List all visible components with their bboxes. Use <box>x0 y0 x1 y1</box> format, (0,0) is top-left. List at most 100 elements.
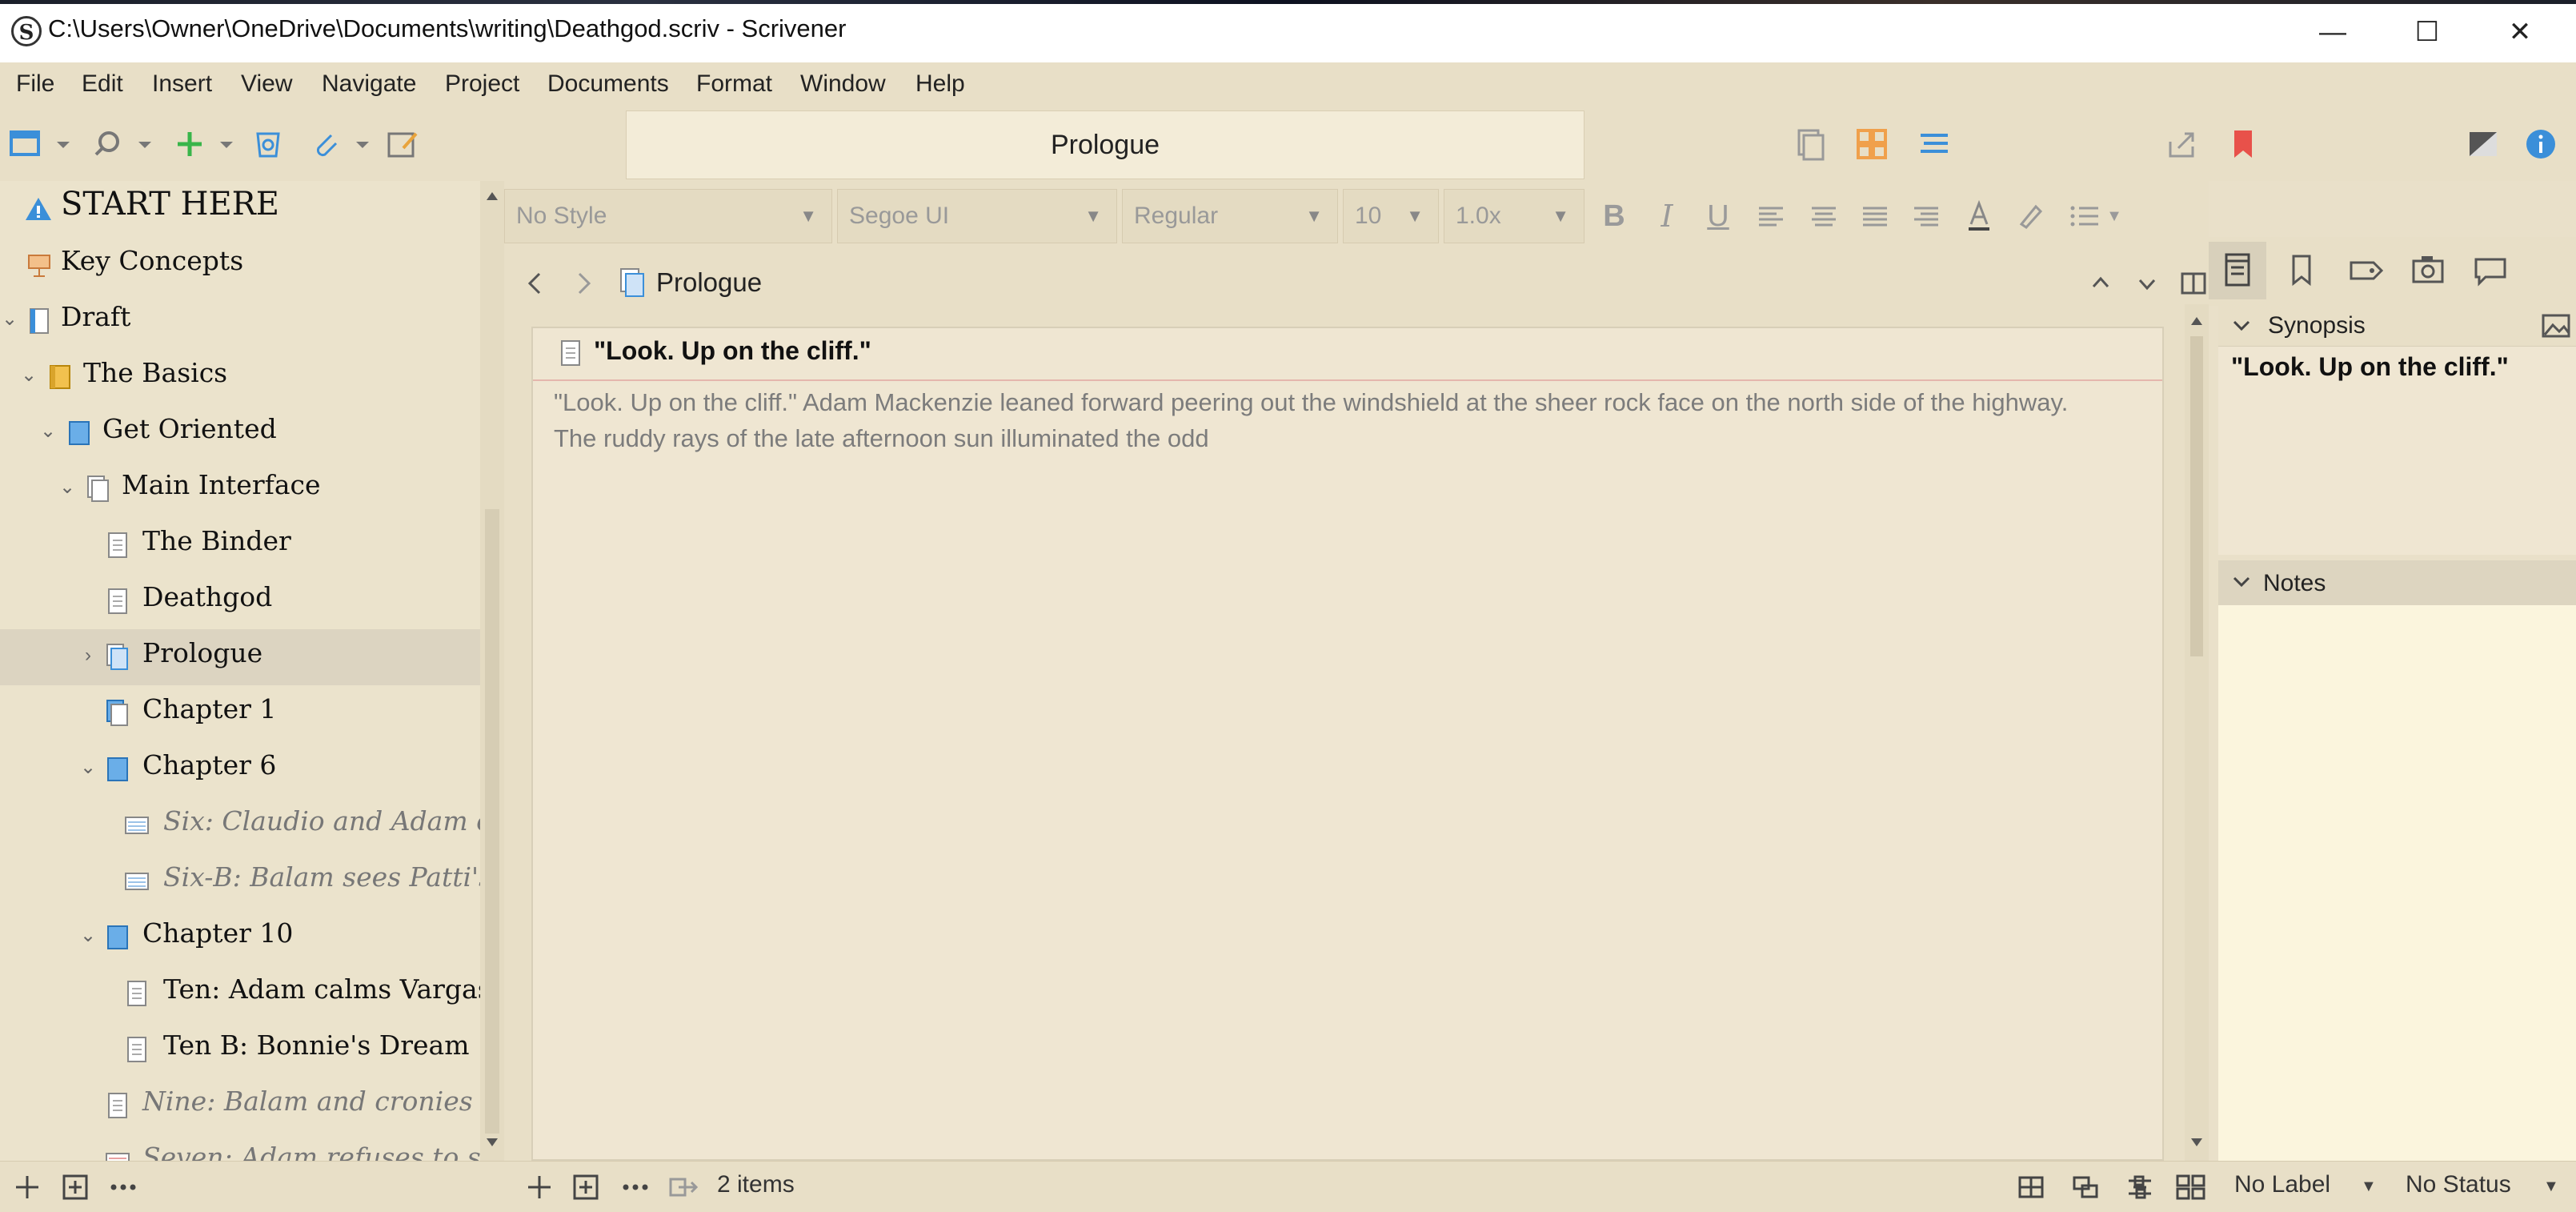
chevron-down-icon[interactable]: ⌄ <box>78 756 98 780</box>
share-icon[interactable] <box>2164 126 2201 163</box>
label-select[interactable]: No Label ▼ <box>2223 1162 2383 1211</box>
font-size-select[interactable]: 10 ▼ <box>1343 189 1439 243</box>
align-right-icon[interactable] <box>1906 194 1946 239</box>
align-justify-icon[interactable] <box>1855 194 1895 239</box>
more-options-icon[interactable] <box>109 1173 138 1202</box>
binder-scrollbar[interactable] <box>480 181 504 1161</box>
more-options-icon[interactable] <box>621 1173 650 1202</box>
binder-item-nine[interactable]: Nine: Balam and cronies aw... <box>0 1078 480 1134</box>
menu-help[interactable]: Help <box>915 70 965 98</box>
menu-project[interactable]: Project <box>445 70 519 98</box>
arrange-icon[interactable] <box>2125 1173 2154 1202</box>
tab-notes-card[interactable] <box>2209 242 2266 299</box>
binder-item-the-binder[interactable]: The Binder <box>0 517 480 573</box>
trash-icon[interactable] <box>250 126 286 163</box>
forward-arrow-icon[interactable] <box>570 267 597 299</box>
binder-item-main-interface[interactable]: ⌄ Main Interface <box>0 461 480 517</box>
tab-bookmarks[interactable] <box>2278 242 2326 299</box>
binder-item-chapter-1[interactable]: Chapter 1 <box>0 685 480 741</box>
menu-navigate[interactable]: Navigate <box>322 70 416 98</box>
tab-snapshots[interactable] <box>2404 242 2452 299</box>
chevron-down-icon[interactable] <box>53 126 74 163</box>
editor-header-title[interactable]: Prologue <box>656 267 762 298</box>
chevron-up-icon[interactable] <box>2087 267 2114 299</box>
add-icon[interactable] <box>171 126 208 163</box>
add-icon[interactable] <box>525 1173 554 1202</box>
menu-window[interactable]: Window <box>800 70 886 98</box>
card-body-text[interactable]: "Look. Up on the cliff." Adam Mackenzie … <box>554 384 2074 456</box>
binder-item-ten-b[interactable]: Ten B: Bonnie's Dream <box>0 1021 480 1078</box>
binder-item-chapter-10[interactable]: ⌄ Chapter 10 <box>0 909 480 965</box>
line-spacing-select[interactable]: 1.0x ▼ <box>1444 189 1584 243</box>
binder-item-get-oriented[interactable]: ⌄ Get Oriented <box>0 405 480 461</box>
binder-item-key-concepts[interactable]: Key Concepts <box>0 237 480 293</box>
text-color-icon[interactable] <box>1959 194 1999 239</box>
align-left-icon[interactable] <box>1751 194 1791 239</box>
tab-comments[interactable] <box>2466 242 2514 299</box>
font-select[interactable]: Segoe UI ▼ <box>837 189 1117 243</box>
menu-file[interactable]: File <box>16 70 54 98</box>
edit-note-icon[interactable] <box>384 126 421 163</box>
binder-item-start-here[interactable]: START HERE <box>0 181 480 237</box>
menu-format[interactable]: Format <box>696 70 772 98</box>
tab-metadata[interactable] <box>2342 242 2390 299</box>
chevron-down-icon[interactable]: ⌄ <box>58 476 77 500</box>
chevron-right-icon[interactable]: › <box>78 644 98 668</box>
align-center-icon[interactable] <box>1804 194 1844 239</box>
minimize-button[interactable]: — <box>2289 8 2377 56</box>
bold-button[interactable]: B <box>1594 194 1634 239</box>
highlight-icon[interactable] <box>2010 194 2050 239</box>
style-select[interactable]: No Style ▼ <box>504 189 832 243</box>
add-folder-icon[interactable] <box>61 1173 90 1202</box>
card-layout-icon[interactable] <box>2175 1173 2207 1202</box>
underline-button[interactable]: U <box>1698 194 1738 239</box>
synopsis-text[interactable]: "Look. Up on the cliff." <box>2231 352 2509 382</box>
image-icon[interactable] <box>2542 312 2570 339</box>
binder-item-seven[interactable]: Seven: Adam refuses to sign... <box>0 1134 480 1161</box>
close-button[interactable]: ✕ <box>2476 8 2564 56</box>
freeform-view-icon[interactable] <box>2071 1173 2100 1202</box>
chevron-down-icon[interactable] <box>216 126 237 163</box>
notes-header[interactable]: Notes <box>2218 560 2576 605</box>
view-mode-icon[interactable] <box>8 126 45 163</box>
add-folder-icon[interactable] <box>571 1173 600 1202</box>
status-select[interactable]: No Status ▼ <box>2396 1162 2572 1211</box>
compose-mode-icon[interactable] <box>2465 126 2502 163</box>
corkboard-icon[interactable] <box>1853 126 1890 163</box>
scrivenings-icon[interactable] <box>1793 126 1829 163</box>
menu-documents[interactable]: Documents <box>547 70 669 98</box>
binder-item-six[interactable]: Six: Claudio and Adam e... <box>0 797 480 853</box>
chevron-down-icon[interactable]: ⌄ <box>38 419 58 443</box>
chevron-down-icon[interactable] <box>134 126 155 163</box>
chevron-down-icon[interactable] <box>352 126 373 163</box>
binder-item-the-basics[interactable]: ⌄ The Basics <box>0 349 480 405</box>
chevron-down-icon[interactable]: ⌄ <box>0 307 19 331</box>
search-icon[interactable] <box>90 126 126 163</box>
binder-item-chapter-6[interactable]: ⌄ Chapter 6 <box>0 741 480 797</box>
synopsis-header[interactable]: Synopsis <box>2218 306 2576 346</box>
paperclip-icon[interactable] <box>307 126 344 163</box>
editor-scrollbar[interactable] <box>2185 304 2209 1161</box>
chevron-down-icon[interactable] <box>2133 267 2161 299</box>
font-weight-select[interactable]: Regular ▼ <box>1122 189 1338 243</box>
binder-item-six-b[interactable]: Six-B: Balam sees Patti's ... <box>0 853 480 909</box>
notes-text-area[interactable] <box>2218 605 2576 1161</box>
italic-button[interactable]: I <box>1647 194 1687 239</box>
back-arrow-icon[interactable] <box>522 267 549 299</box>
binder-item-draft[interactable]: ⌄ Draft <box>0 293 480 349</box>
list-icon[interactable] <box>2065 194 2105 239</box>
chevron-down-icon[interactable]: ⌄ <box>78 924 98 948</box>
menu-view[interactable]: View <box>241 70 292 98</box>
binder-item-ten[interactable]: Ten: Adam calms Vargas <box>0 965 480 1021</box>
bookmark-icon[interactable] <box>2225 126 2262 163</box>
outliner-icon[interactable] <box>1916 126 1953 163</box>
maximize-button[interactable]: ☐ <box>2383 8 2471 56</box>
card-title[interactable]: "Look. Up on the cliff." <box>594 336 871 366</box>
grid-view-icon[interactable] <box>2017 1173 2045 1202</box>
add-icon[interactable] <box>13 1173 42 1202</box>
go-to-icon[interactable] <box>667 1173 699 1202</box>
menu-insert[interactable]: Insert <box>152 70 212 98</box>
split-view-icon[interactable] <box>2180 267 2207 299</box>
menu-edit[interactable]: Edit <box>82 70 123 98</box>
chevron-down-icon[interactable]: ⌄ <box>19 363 38 387</box>
